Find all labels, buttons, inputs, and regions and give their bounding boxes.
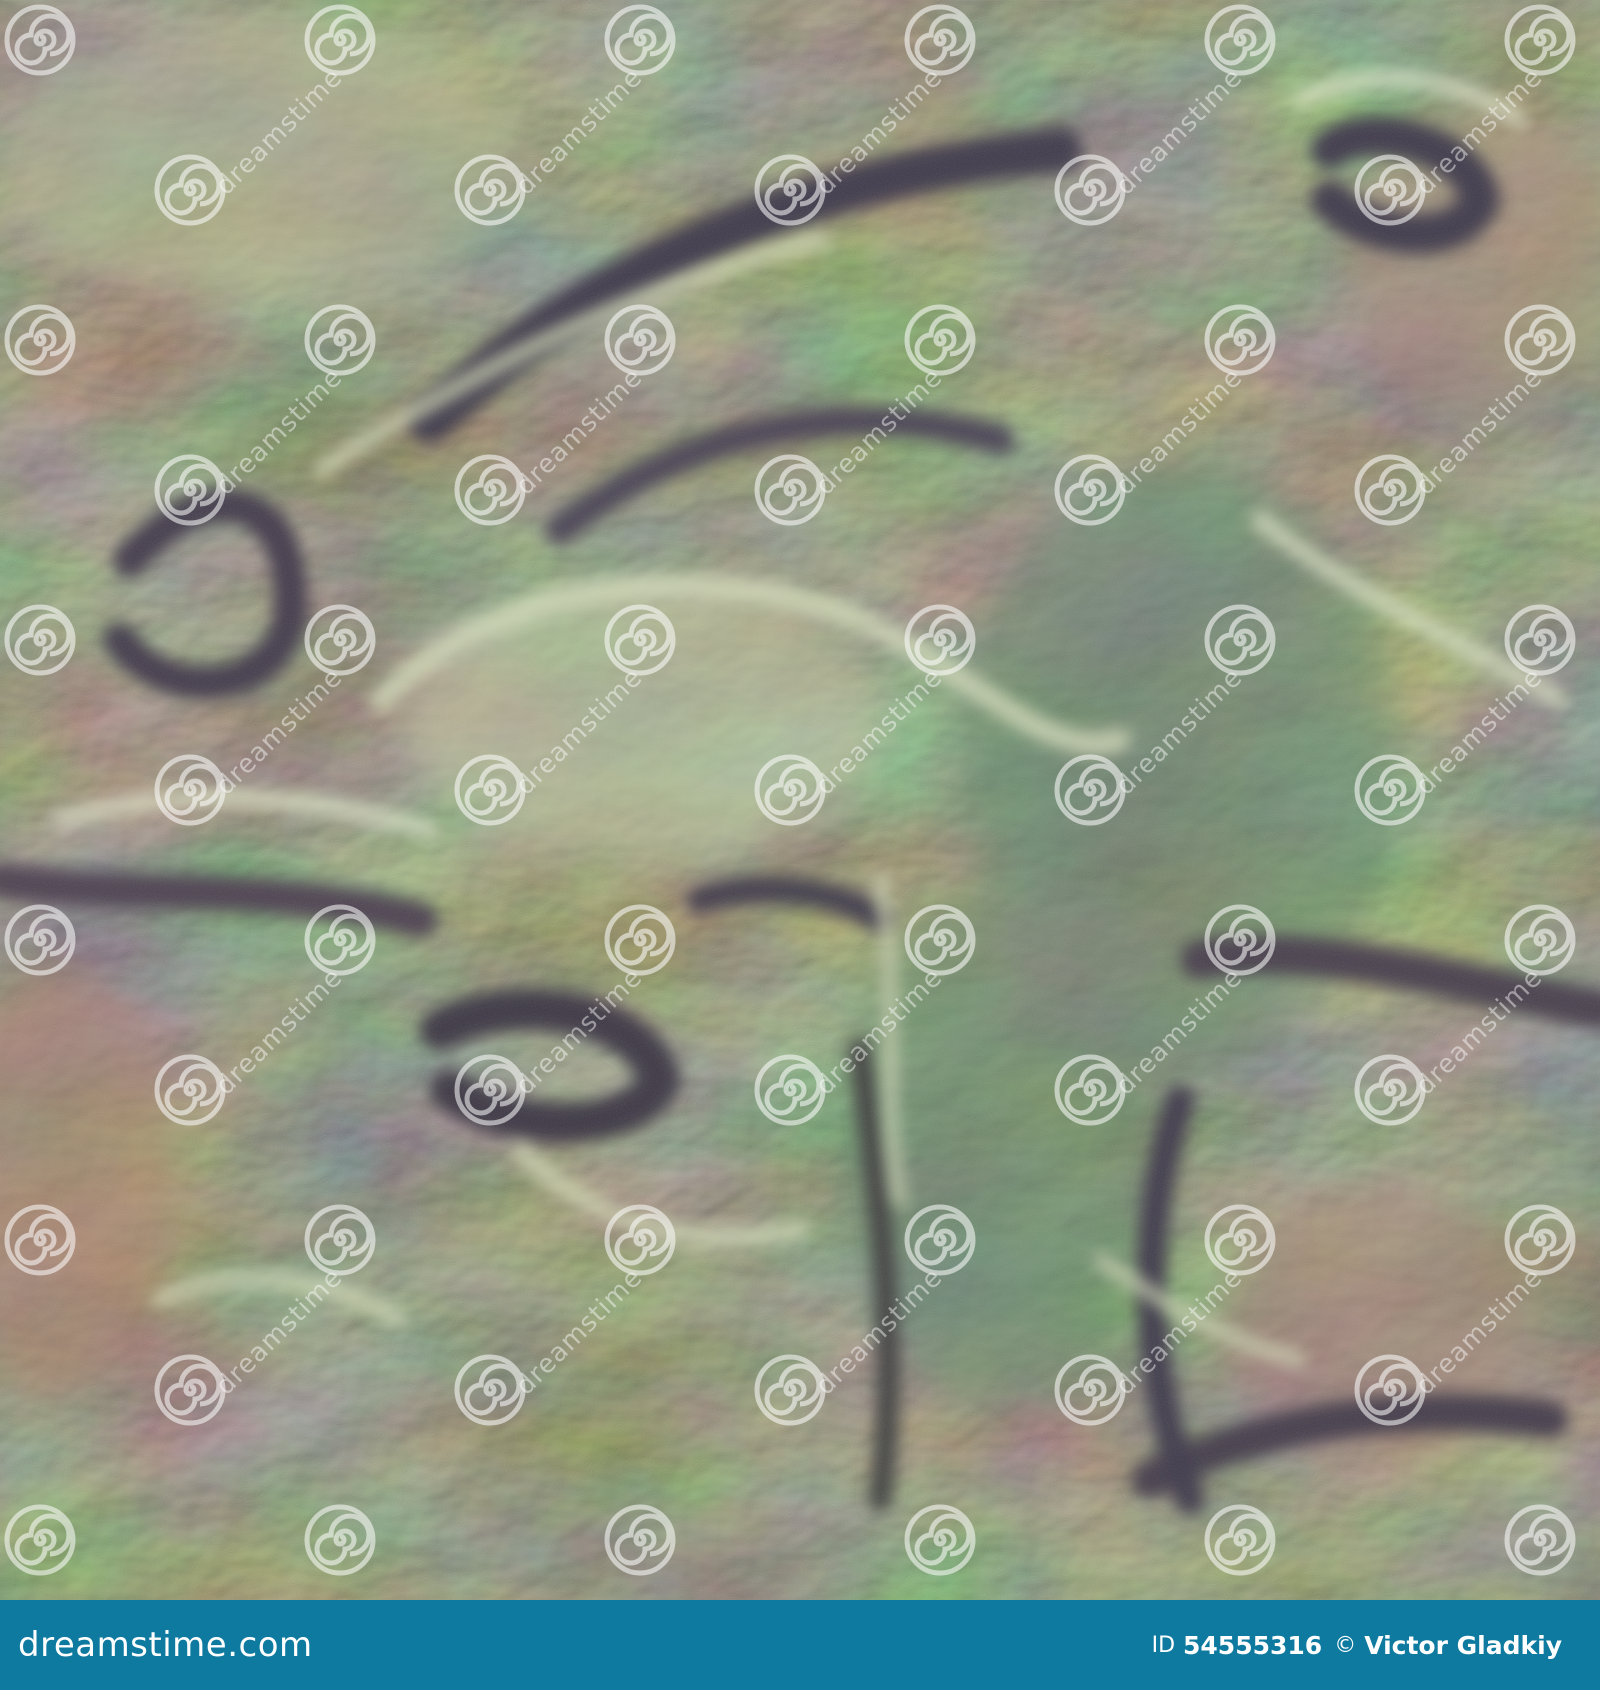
id-label: ID (1151, 1632, 1176, 1658)
copyright-symbol: © (1334, 1632, 1357, 1658)
dreamstime-logo: dreamstime.com (18, 1625, 313, 1665)
image-id: 54555316 (1183, 1630, 1323, 1660)
image-credit: ID 54555316 © Victor Gladkiy (1152, 1631, 1562, 1660)
terrain-texture-image (0, 0, 1600, 1600)
stock-photo: dreamstime dreamstime dreamstime dreamstime… (0, 0, 1600, 1690)
author-name: Victor Gladkiy (1364, 1630, 1562, 1660)
credit-footer: dreamstime.com ID 54555316 © Victor Glad… (0, 1600, 1600, 1690)
